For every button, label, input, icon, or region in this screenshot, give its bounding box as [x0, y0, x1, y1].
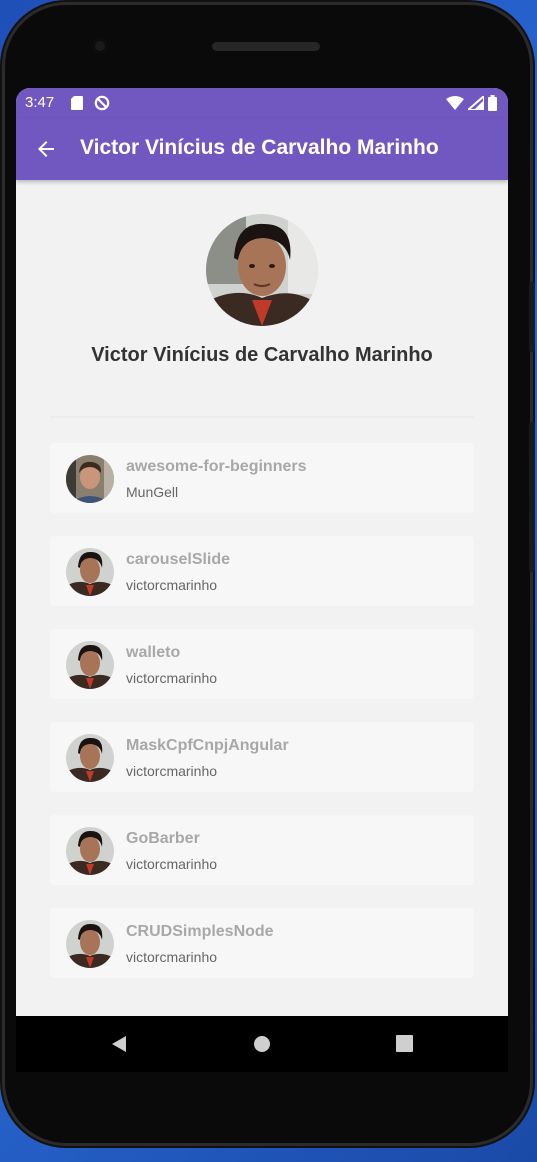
app-bar: Victor Vinícius de Carvalho Marinho [16, 118, 508, 180]
list-item[interactable]: carouselSlide victorcmarinho [50, 536, 474, 606]
profile-name: Victor Vinícius de Carvalho Marinho [91, 344, 433, 366]
signal-icon [468, 96, 484, 110]
list-item[interactable]: CRUDSimplesNode victorcmarinho [50, 908, 474, 978]
repo-owner: victorcmarinho [126, 763, 218, 779]
nav-recents-icon[interactable] [396, 1035, 413, 1052]
wifi-icon [446, 96, 464, 110]
app-screen: 3:47 Victor Vinícius de Carvalho Marinho [16, 88, 508, 1016]
navigation-bar [16, 1016, 508, 1072]
sync-disabled-icon [94, 95, 110, 111]
repo-owner: victorcmarinho [126, 856, 218, 872]
owner-avatar [66, 920, 114, 968]
owner-avatar [66, 455, 114, 503]
repo-owner: victorcmarinho [126, 949, 218, 965]
status-bar: 3:47 [16, 88, 508, 118]
repo-name: CRUDSimplesNode [126, 923, 274, 940]
repo-owner: victorcmarinho [126, 670, 218, 686]
list-item[interactable]: MaskCpfCnpjAngular victorcmarinho [50, 722, 474, 792]
repo-name: carouselSlide [126, 551, 231, 568]
earpiece-speaker [212, 42, 320, 51]
owner-avatar [66, 641, 114, 689]
volume-button [529, 282, 535, 352]
list-item[interactable]: awesome-for-beginners MunGell [50, 443, 474, 513]
repo-name: awesome-for-beginners [126, 458, 307, 475]
repo-owner: victorcmarinho [126, 577, 218, 593]
sd-card-icon [71, 96, 83, 110]
owner-avatar [66, 734, 114, 782]
repo-name: GoBarber [126, 830, 200, 847]
repo-owner: MunGell [126, 484, 179, 500]
list-item[interactable]: GoBarber victorcmarinho [50, 815, 474, 885]
nav-home-icon[interactable] [253, 1035, 271, 1053]
profile-avatar [206, 214, 318, 326]
repo-name: MaskCpfCnpjAngular [126, 737, 289, 754]
list-item[interactable]: walleto victorcmarinho [50, 629, 474, 699]
nav-back-icon[interactable] [110, 1035, 128, 1053]
battery-icon [488, 95, 497, 111]
owner-avatar [66, 827, 114, 875]
arrow-left-icon[interactable] [34, 137, 58, 161]
divider [50, 416, 474, 418]
status-time: 3:47 [25, 94, 55, 111]
front-camera [92, 38, 108, 54]
owner-avatar [66, 548, 114, 596]
page-title: Victor Vinícius de Carvalho Marinho [80, 136, 439, 159]
power-button [529, 422, 535, 572]
repo-name: walleto [126, 644, 181, 661]
